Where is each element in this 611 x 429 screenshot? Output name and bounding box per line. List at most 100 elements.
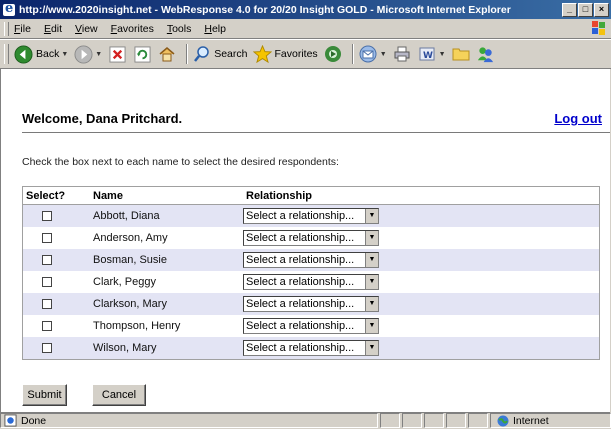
respondents-table: Select? Name Relationship Abbott, Diana … [22, 186, 600, 360]
favorites-icon [253, 44, 273, 64]
relationship-select[interactable]: Select a relationship... ▼ [243, 208, 379, 224]
header-divider [22, 132, 610, 133]
print-icon [392, 44, 412, 64]
dropdown-arrow-icon[interactable]: ▼ [365, 209, 378, 223]
back-label: Back [36, 48, 60, 60]
status-pane [468, 413, 488, 428]
select-column-header: Select? [22, 186, 78, 205]
internet-globe-icon [497, 415, 509, 426]
select-checkbox[interactable] [42, 255, 52, 266]
relationship-select[interactable]: Select a relationship... ▼ [243, 274, 379, 290]
relationship-select-value: Select a relationship... [246, 320, 355, 332]
back-button[interactable]: Back ▼ [13, 44, 68, 64]
relationship-select[interactable]: Select a relationship... ▼ [243, 252, 379, 268]
menu-help[interactable]: Help [204, 23, 226, 35]
table-row: Clarkson, Mary Select a relationship... ▼ [22, 293, 600, 315]
status-text: Done [21, 414, 47, 427]
relationship-select-value: Select a relationship... [246, 298, 355, 310]
folder-button[interactable] [451, 44, 471, 64]
messenger-icon [476, 44, 496, 64]
favorites-button[interactable]: Favorites [253, 44, 318, 64]
security-zone: Internet [490, 413, 611, 428]
name-column-header: Name [78, 186, 243, 205]
forward-dropdown-icon[interactable]: ▼ [95, 51, 102, 58]
minimize-icon[interactable]: _ [562, 2, 577, 17]
menu-grip [4, 21, 9, 36]
media-icon [323, 44, 343, 64]
favorites-label: Favorites [274, 48, 318, 60]
table-row: Abbott, Diana Select a relationship... ▼ [22, 204, 600, 227]
status-pane [380, 413, 400, 428]
dropdown-arrow-icon[interactable]: ▼ [365, 231, 378, 245]
cancel-button[interactable]: Cancel [92, 384, 146, 406]
respondent-name: Abbott, Diana [78, 204, 243, 227]
folder-icon [451, 44, 471, 64]
mail-dropdown-icon[interactable]: ▼ [380, 51, 387, 58]
home-icon [157, 44, 177, 64]
dropdown-arrow-icon[interactable]: ▼ [365, 275, 378, 289]
forward-icon [73, 44, 93, 64]
print-button[interactable] [392, 44, 412, 64]
refresh-button[interactable] [132, 44, 152, 64]
word-dropdown-icon[interactable]: ▼ [439, 51, 446, 58]
select-checkbox[interactable] [42, 233, 52, 244]
menu-file[interactable]: File [14, 23, 31, 35]
select-checkbox[interactable] [42, 343, 52, 354]
messenger-button[interactable] [476, 44, 496, 64]
stop-icon [107, 44, 127, 64]
zone-label: Internet [513, 414, 549, 427]
stop-button[interactable] [107, 44, 127, 64]
respondent-name: Anderson, Amy [93, 232, 168, 244]
window-title: http://www.2020insight.net - WebResponse… [19, 3, 511, 16]
respondent-name: Clark, Peggy [93, 276, 156, 288]
mail-button[interactable]: ▼ [358, 44, 387, 64]
logout-link[interactable]: Log out [554, 111, 602, 126]
menu-tools[interactable]: Tools [167, 23, 192, 35]
status-pane [402, 413, 422, 428]
menu-bar: File Edit View Favorites Tools Help [0, 19, 611, 39]
table-row: Bosman, Susie Select a relationship... ▼ [22, 249, 600, 271]
toolbar-separator [351, 44, 354, 64]
menu-view[interactable]: View [75, 23, 98, 35]
select-checkbox[interactable] [42, 211, 52, 222]
relationship-select[interactable]: Select a relationship... ▼ [243, 296, 379, 312]
dropdown-arrow-icon[interactable]: ▼ [365, 253, 378, 267]
toolbar-separator [186, 44, 189, 64]
back-icon [13, 44, 33, 64]
close-icon[interactable]: × [594, 2, 609, 17]
menu-edit[interactable]: Edit [44, 23, 62, 35]
select-checkbox[interactable] [42, 277, 52, 288]
welcome-heading: Welcome, Dana Pritchard. [22, 111, 183, 126]
forward-button[interactable]: ▼ [73, 44, 102, 64]
relationship-select-value: Select a relationship... [246, 232, 355, 244]
home-button[interactable] [157, 44, 177, 64]
media-button[interactable] [323, 44, 343, 64]
word-icon: W [417, 44, 437, 64]
search-button[interactable]: Search [192, 44, 248, 64]
submit-button[interactable]: Submit [22, 384, 67, 406]
relationship-column-header: Relationship [243, 186, 600, 205]
relationship-select[interactable]: Select a relationship... ▼ [243, 230, 379, 246]
status-bar: Done Internet [0, 412, 611, 429]
relationship-select[interactable]: Select a relationship... ▼ [243, 318, 379, 334]
windows-logo-icon [592, 21, 605, 35]
table-row: Wilson, Mary Select a relationship... ▼ [22, 337, 600, 360]
dropdown-arrow-icon[interactable]: ▼ [365, 319, 378, 333]
back-dropdown-icon[interactable]: ▼ [61, 51, 68, 58]
refresh-icon [132, 44, 152, 64]
relationship-select[interactable]: Select a relationship... ▼ [243, 340, 379, 356]
select-checkbox[interactable] [42, 299, 52, 310]
dropdown-arrow-icon[interactable]: ▼ [365, 341, 378, 355]
menu-favorites[interactable]: Favorites [111, 23, 154, 35]
page-done-icon [4, 414, 17, 427]
svg-text:W: W [423, 51, 433, 61]
dropdown-arrow-icon[interactable]: ▼ [365, 297, 378, 311]
search-icon [192, 44, 212, 64]
select-checkbox[interactable] [42, 321, 52, 332]
maximize-icon[interactable]: □ [578, 2, 593, 17]
search-label: Search [214, 48, 248, 60]
relationship-select-value: Select a relationship... [246, 276, 355, 288]
toolbar-grip [4, 44, 9, 64]
word-button[interactable]: W ▼ [417, 44, 446, 64]
page-content: Welcome, Dana Pritchard. Log out Check t… [0, 68, 610, 413]
